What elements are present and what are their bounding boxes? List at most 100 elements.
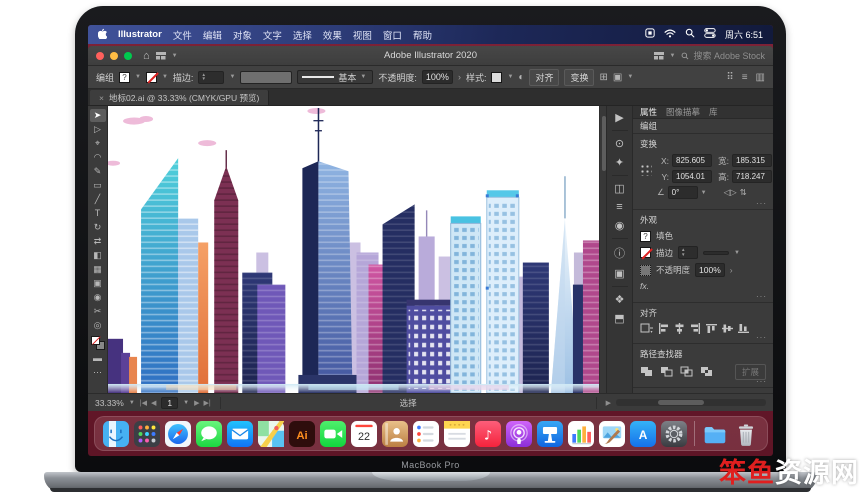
width-value-field[interactable]: 185.315 (732, 154, 772, 167)
menu-edit[interactable]: 编辑 (203, 28, 222, 42)
expand-panels-icon[interactable]: ▶ (615, 111, 623, 124)
artboard-number[interactable]: 1 (161, 396, 179, 409)
maps-dock-icon[interactable] (257, 420, 284, 447)
chevron-down-icon[interactable]: ▼ (162, 74, 168, 80)
opacity-swatch[interactable] (640, 264, 651, 276)
more-options-icon[interactable]: ··· (756, 333, 767, 342)
stroke-weight-stepper[interactable]: ▲ ▼ (678, 246, 699, 259)
recolor-artwork-icon[interactable]: ◐ (518, 72, 524, 83)
x-value-field[interactable]: 825.605 (672, 154, 712, 167)
home-icon[interactable]: ⌂ (143, 50, 150, 62)
horizontal-scrollbar-thumb[interactable] (658, 400, 704, 405)
lasso-tool[interactable]: ◠ (90, 151, 106, 164)
pen-tool[interactable]: ✎ (90, 165, 106, 178)
tab-image-trace[interactable]: 图像描摹 (666, 106, 700, 118)
finder-dock-icon[interactable] (102, 420, 129, 447)
fill-swatch[interactable]: ? (119, 71, 131, 83)
isolate-selection-icon[interactable]: ⊞ (599, 72, 607, 83)
menu-help[interactable]: 帮助 (413, 28, 432, 42)
downloads-folder-dock-icon[interactable] (702, 421, 728, 447)
contacts-dock-icon[interactable] (381, 420, 408, 447)
chevron-down-icon[interactable]: ▼ (701, 190, 707, 196)
menubar-clock[interactable]: 周六 6:51 (725, 28, 763, 41)
facetime-dock-icon[interactable] (319, 420, 346, 447)
transform-button[interactable]: 变换 (564, 68, 595, 86)
opacity-value[interactable]: 100% (421, 70, 453, 84)
align-bottom-icon[interactable] (738, 323, 749, 336)
fx-effects-button[interactable]: fx. (640, 281, 649, 291)
appearance-stroke-swatch[interactable] (640, 247, 651, 258)
flip-vertical-icon[interactable]: ⇅ (740, 187, 747, 198)
chevron-down-icon[interactable]: ▼ (229, 74, 235, 80)
menu-type[interactable]: 文字 (263, 28, 282, 42)
line-tool[interactable]: ╱ (90, 193, 106, 206)
vertical-scrollbar[interactable] (599, 106, 606, 393)
artboard-navigation-next[interactable]: ▶ ▶| (194, 399, 211, 407)
reference-point-locator[interactable] (640, 164, 652, 176)
gradient-tool[interactable]: ◉ (90, 291, 106, 304)
zoom-tool[interactable]: ◎ (90, 319, 106, 332)
brush-definition[interactable]: 基本 ▼ (297, 70, 374, 84)
align-to-icon[interactable] (640, 323, 653, 336)
type-tool[interactable]: T (90, 207, 106, 220)
align-vmiddle-icon[interactable] (722, 323, 733, 336)
chevron-down-icon[interactable]: ▼ (135, 74, 141, 80)
trash-dock-icon[interactable] (733, 421, 759, 447)
columns-icon[interactable]: ▥ (756, 72, 765, 83)
select-similar-icon[interactable]: ▣ (613, 72, 622, 83)
draw-mode-icon[interactable]: ▬ (90, 352, 106, 365)
layers-icon[interactable]: ❖ (615, 293, 625, 306)
shape-builder-tool[interactable]: ◧ (90, 249, 106, 262)
notes-dock-icon[interactable] (443, 420, 470, 447)
appstore-dock-icon[interactable]: A (629, 420, 656, 447)
apple-menu-icon[interactable] (97, 28, 108, 42)
align-left-icon[interactable] (658, 323, 669, 336)
flip-horizontal-icon[interactable]: ◁▷ (724, 187, 737, 198)
info-icon[interactable]: ⓘ (614, 245, 625, 261)
illustrator-dock-icon[interactable]: Ai (288, 420, 315, 447)
height-value-field[interactable]: 718.247 (732, 170, 772, 183)
rectangle-tool[interactable]: ▭ (90, 179, 106, 192)
workspace-switcher-icon[interactable] (653, 51, 664, 60)
more-options-icon[interactable]: ··· (756, 377, 767, 386)
align-button[interactable]: 对齐 (529, 68, 560, 86)
preview-dock-icon[interactable] (598, 420, 625, 447)
status-expand-icon[interactable]: ▶ (606, 399, 611, 407)
opacity-expand-icon[interactable]: › (730, 265, 733, 275)
chevron-down-icon[interactable]: ▼ (507, 74, 513, 80)
chevron-down-icon[interactable]: ▼ (183, 400, 189, 406)
messages-dock-icon[interactable] (195, 420, 222, 447)
control-center-icon[interactable] (704, 28, 716, 41)
podcasts-dock-icon[interactable] (505, 420, 532, 447)
libraries-icon[interactable]: ⊙ (615, 137, 624, 150)
safari-dock-icon[interactable] (164, 420, 191, 447)
mesh-tool[interactable]: ▦ (90, 263, 106, 276)
mail-dock-icon[interactable] (226, 420, 253, 447)
spotlight-search-icon[interactable] (685, 28, 695, 41)
calendar-dock-icon[interactable]: 22 (350, 420, 377, 447)
close-tab-icon[interactable]: × (99, 93, 104, 103)
color-icon[interactable]: ◉ (615, 219, 625, 232)
close-window-button[interactable] (96, 51, 104, 60)
stroke-weight-stepper[interactable]: ▲ ▼ (198, 70, 225, 84)
pathfinder-unite-icon[interactable] (640, 366, 653, 379)
pathfinder-exclude-icon[interactable] (700, 366, 713, 379)
appearance-fill-swatch[interactable]: ? (640, 230, 651, 242)
artboard-canvas[interactable] (108, 106, 606, 393)
style-swatch[interactable] (491, 71, 503, 83)
minimize-window-button[interactable] (110, 51, 118, 60)
menu-select[interactable]: 选择 (293, 28, 312, 42)
menubar-app-name[interactable]: Illustrator (118, 29, 162, 40)
more-options-icon[interactable]: ··· (756, 292, 767, 301)
pathfinder-intersect-icon[interactable] (680, 366, 693, 379)
adjustments-icon[interactable]: ✦ (615, 156, 624, 169)
vertical-scrollbar-thumb[interactable] (601, 116, 606, 171)
dots-grid-icon[interactable]: ⠿ (726, 72, 733, 83)
menu-effect[interactable]: 效果 (323, 28, 342, 42)
zoom-window-button[interactable] (124, 51, 132, 60)
selection-tool[interactable]: ➤ (89, 109, 106, 122)
stock-search-field[interactable]: 搜索 Adobe Stock (681, 49, 765, 62)
artboards-icon[interactable]: ◫ (614, 182, 624, 195)
more-options-icon[interactable]: ··· (756, 199, 767, 208)
input-source-icon[interactable] (645, 28, 655, 41)
